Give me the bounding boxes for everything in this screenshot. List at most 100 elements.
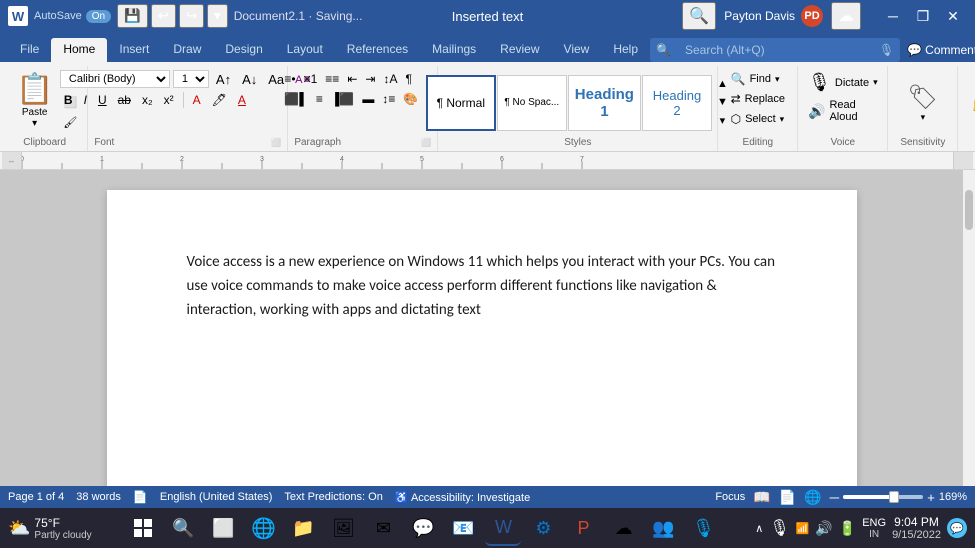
style-normal-item[interactable]: ¶ Normal xyxy=(426,75,496,131)
comments-button[interactable]: 💬 Comments xyxy=(900,40,975,60)
scroll-thumb[interactable] xyxy=(965,190,973,230)
decrease-font-button[interactable]: A↓ xyxy=(238,71,261,88)
user-avatar[interactable]: PD xyxy=(801,5,823,27)
print-layout-button[interactable]: 📄 xyxy=(779,489,796,506)
share-cloud-btn[interactable]: ☁ xyxy=(831,2,861,30)
photos-button[interactable]: 🖼 xyxy=(325,510,361,546)
volume-icon[interactable]: 🔊 xyxy=(815,520,832,537)
battery-icon[interactable]: 🔋 xyxy=(839,520,856,537)
font-expand-icon[interactable]: ⬜ xyxy=(271,138,281,151)
tab-help[interactable]: Help xyxy=(601,38,650,62)
style-h2-item[interactable]: Heading 2 xyxy=(642,75,712,131)
justify-button[interactable]: ▬ xyxy=(359,90,377,108)
show-formatting-button[interactable]: ¶ xyxy=(402,70,414,88)
text-effects-button[interactable]: A xyxy=(189,92,205,108)
tab-home[interactable]: Home xyxy=(51,38,107,62)
find-button[interactable]: 🔍 Find ▾ xyxy=(727,70,784,88)
restore-button[interactable]: ❐ xyxy=(909,6,937,26)
accessibility-indicator[interactable]: ♿ Accessibility: Investigate xyxy=(395,491,530,504)
read-mode-button[interactable]: 📖 xyxy=(753,489,770,506)
paragraph-expand-icon[interactable]: ⬜ xyxy=(421,138,431,151)
font-family-select[interactable]: Calibri (Body) xyxy=(60,70,170,88)
numbering-button[interactable]: ≡1 xyxy=(301,70,321,88)
more-button[interactable]: ▾ xyxy=(207,4,228,28)
explorer-button[interactable]: 📁 xyxy=(285,510,321,546)
minimize-button[interactable]: ─ xyxy=(879,6,907,26)
tab-draw[interactable]: Draw xyxy=(161,38,213,62)
increase-font-button[interactable]: A↑ xyxy=(212,71,235,88)
sort-button[interactable]: ↕A xyxy=(380,70,400,88)
shading-button[interactable]: 🎨 xyxy=(400,90,421,108)
italic-button[interactable]: I xyxy=(80,92,91,108)
align-center-button[interactable]: ≡ xyxy=(313,90,326,108)
line-spacing-button[interactable]: ↕≡ xyxy=(379,90,398,108)
editor-button[interactable]: ✍ xyxy=(971,86,975,119)
autosave-toggle[interactable]: On xyxy=(86,10,111,23)
document-container[interactable]: Voice access is a new experience on Wind… xyxy=(0,170,963,486)
tab-review[interactable]: Review xyxy=(488,38,551,62)
align-right-button[interactable]: ▐⬛ xyxy=(328,90,357,108)
web-layout-button[interactable]: 🌐 xyxy=(804,489,821,506)
mail-button[interactable]: ✉ xyxy=(365,510,401,546)
mic-taskbar-icon[interactable]: 🎙 xyxy=(769,518,789,538)
task-view-button[interactable]: ⬜ xyxy=(205,510,241,546)
language-indicator[interactable]: English (United States) xyxy=(160,491,273,503)
tab-references[interactable]: References xyxy=(335,38,420,62)
zoom-slider[interactable] xyxy=(843,495,923,499)
replace-button[interactable]: ⇄ Replace xyxy=(727,90,789,108)
tab-mailings[interactable]: Mailings xyxy=(420,38,488,62)
subscript-button[interactable]: x₂ xyxy=(138,92,157,108)
tab-view[interactable]: View xyxy=(552,38,602,62)
onedrive-button[interactable]: ☁ xyxy=(605,510,641,546)
outlook-button[interactable]: 📧 xyxy=(445,510,481,546)
redo-button[interactable]: ↪ xyxy=(179,4,204,28)
save-button[interactable]: 💾 xyxy=(117,4,148,28)
text-highlight-button[interactable]: 🖊 xyxy=(208,92,231,108)
sensitivity-button[interactable]: 🏷 ▾ xyxy=(908,83,938,123)
chat-button[interactable]: 👥 xyxy=(645,510,681,546)
increase-indent-button[interactable]: ⇥ xyxy=(362,70,378,88)
vertical-scrollbar[interactable] xyxy=(963,170,975,486)
zoom-out-button[interactable]: ─ xyxy=(830,490,839,505)
underline-button[interactable]: U xyxy=(94,92,111,108)
style-no-space-item[interactable]: ¶ No Spac... xyxy=(497,75,567,131)
document-text[interactable]: Voice access is a new experience on Wind… xyxy=(187,250,777,322)
dictate-button[interactable]: 🎙 Dictate ▾ xyxy=(804,70,882,95)
multilevel-list-button[interactable]: ≡≡ xyxy=(322,70,342,88)
strikethrough-button[interactable]: ab xyxy=(114,92,135,108)
tab-design[interactable]: Design xyxy=(213,38,274,62)
settings-taskbar-button[interactable]: ⚙ xyxy=(525,510,561,546)
style-h1-item[interactable]: Heading 1 xyxy=(568,75,641,131)
zoom-in-button[interactable]: + xyxy=(927,490,935,505)
font-size-select[interactable]: 11 xyxy=(173,70,209,88)
bullets-button[interactable]: ≡• xyxy=(281,70,298,88)
text-predictions[interactable]: Text Predictions: On xyxy=(284,491,382,503)
search-input[interactable] xyxy=(675,40,875,60)
start-button[interactable] xyxy=(125,510,161,546)
decrease-indent-button[interactable]: ⇤ xyxy=(344,70,360,88)
notification-button[interactable]: 💬 xyxy=(947,518,967,538)
font-color-button[interactable]: A xyxy=(234,92,250,108)
read-aloud-button[interactable]: 🔊 Read Aloud xyxy=(804,97,882,125)
paste-button[interactable]: 📋 Paste ▾ xyxy=(10,70,59,131)
language-tray[interactable]: ENG IN xyxy=(862,517,886,540)
tab-layout[interactable]: Layout xyxy=(275,38,335,62)
edge-button[interactable]: 🌐 xyxy=(245,510,281,546)
voiceaccess-button[interactable]: 🎙 xyxy=(685,510,721,546)
teams-button[interactable]: 💬 xyxy=(405,510,441,546)
focus-button[interactable]: Focus xyxy=(715,491,745,503)
show-hidden-button[interactable]: ∧ xyxy=(755,522,763,535)
search-ribbon-btn[interactable]: 🔍 xyxy=(682,2,716,30)
tab-file[interactable]: File xyxy=(8,38,51,62)
word-taskbar-button[interactable]: W xyxy=(485,510,521,546)
mic-icon[interactable]: 🎙 xyxy=(879,43,894,57)
tab-insert[interactable]: Insert xyxy=(107,38,161,62)
search-taskbar-button[interactable]: 🔍 xyxy=(165,510,201,546)
close-button[interactable]: ✕ xyxy=(939,6,967,26)
superscript-button[interactable]: x² xyxy=(160,92,178,108)
align-left-button[interactable]: ⬛▌ xyxy=(281,90,310,108)
network-icon[interactable]: 📶 xyxy=(796,522,810,535)
select-button[interactable]: ⬡ Select ▾ xyxy=(727,110,789,128)
powerpoint-button[interactable]: P xyxy=(565,510,601,546)
undo-button[interactable]: ↩ xyxy=(151,4,176,28)
